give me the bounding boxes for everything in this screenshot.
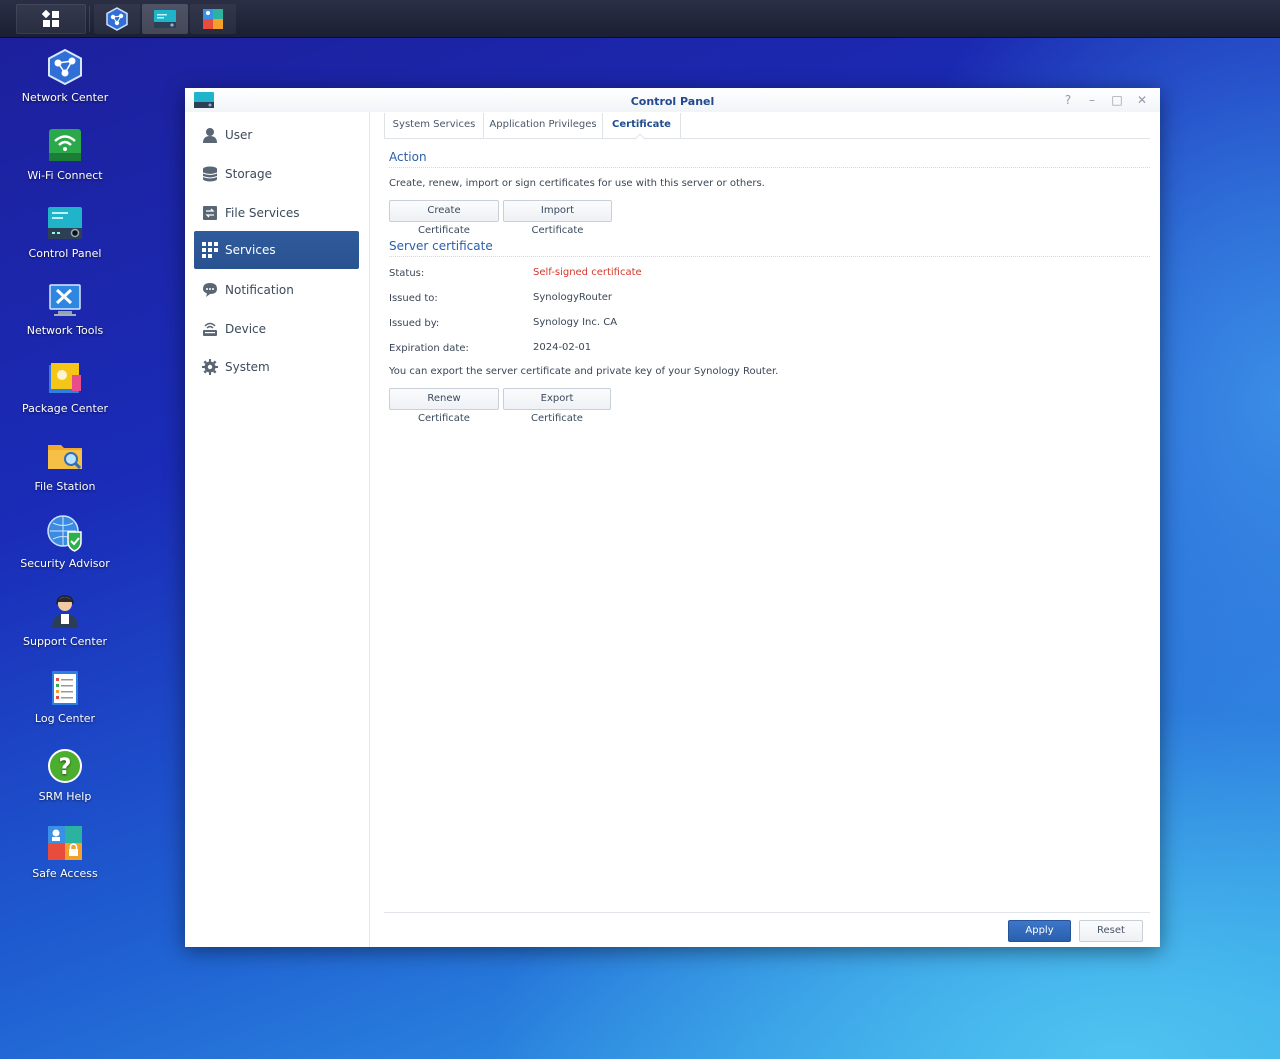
security-advisor-icon [46, 514, 84, 552]
tab-application-privileges[interactable]: Application Privileges [484, 113, 603, 139]
action-section-title: Action [389, 150, 427, 164]
desktop-icon-label: Network Tools [26, 324, 104, 337]
sidebar-item-label: File Services [225, 206, 300, 220]
taskbar-divider [89, 6, 90, 32]
desktop-icon-label: File Station [34, 480, 96, 493]
export-certificate-button[interactable]: Export Certificate [503, 388, 611, 424]
file-station-icon [46, 437, 84, 475]
issued-by-label: Issued by: [389, 318, 440, 329]
control-panel-icon [46, 204, 84, 242]
network-center-icon [106, 7, 128, 31]
desktop-icon-label: Control Panel [28, 247, 102, 260]
sidebar: User Storage File Services Services Noti… [185, 112, 370, 947]
issued-to-label: Issued to: [389, 293, 438, 304]
desktop-icon-srm-help[interactable]: ? SRM Help [16, 747, 114, 803]
sidebar-item-user[interactable]: User [194, 116, 359, 154]
sidebar-item-label: System [225, 360, 270, 374]
safe-access-icon [46, 824, 84, 862]
desktop-icon-label: Log Center [34, 712, 96, 725]
desktop-icon-label: Package Center [21, 402, 109, 415]
services-icon [202, 242, 218, 258]
sidebar-item-storage[interactable]: Storage [194, 155, 359, 193]
renew-certificate-button[interactable]: Renew Certificate [389, 388, 499, 424]
apply-button[interactable]: Apply [1008, 920, 1071, 942]
desktop-icon-package-center[interactable]: Package Center [16, 359, 114, 415]
desktop-icon-label: Network Center [21, 91, 109, 104]
network-tools-icon [46, 281, 84, 319]
status-label: Status: [389, 268, 425, 279]
main-content: System Services Application Privileges C… [384, 112, 1150, 947]
desktop-icon-safe-access[interactable]: Safe Access [16, 824, 114, 880]
close-icon[interactable]: ✕ [1135, 93, 1149, 107]
desktop-icon-label: Safe Access [32, 867, 98, 880]
issued-by-value: Synology Inc. CA [533, 317, 618, 328]
section-divider [389, 256, 1150, 257]
window-title: Control Panel [630, 95, 715, 108]
reset-button[interactable]: Reset [1079, 920, 1143, 942]
desktop-icon-label: SRM Help [38, 790, 92, 803]
desktop-icon-security-advisor[interactable]: Security Advisor [16, 514, 114, 570]
tab-bar: System Services Application Privileges C… [384, 113, 1150, 145]
desktop-icon-network-center[interactable]: Network Center [16, 48, 114, 104]
system-icon [202, 359, 218, 375]
notification-icon [202, 282, 218, 298]
expiration-date-value: 2024-02-01 [533, 342, 592, 353]
wifi-connect-icon [46, 126, 84, 164]
action-description: Create, renew, import or sign certificat… [389, 178, 765, 189]
taskbar-safe-access[interactable] [190, 4, 236, 34]
control-panel-icon [154, 10, 176, 28]
user-icon [202, 127, 218, 143]
main-menu-icon [42, 10, 59, 27]
desktop-icon-support-center[interactable]: Support Center [16, 592, 114, 648]
device-icon [202, 321, 218, 337]
tab-system-services[interactable]: System Services [384, 113, 484, 139]
section-divider [389, 167, 1150, 168]
footer-divider [384, 912, 1150, 913]
sidebar-item-label: Storage [225, 167, 272, 181]
window-titlebar[interactable]: Control Panel ? – □ ✕ [185, 88, 1160, 112]
file-services-icon [202, 205, 218, 221]
sidebar-item-device[interactable]: Device [194, 310, 359, 348]
desktop-icon-label: Wi-Fi Connect [27, 169, 103, 182]
create-certificate-button[interactable]: Create Certificate [389, 200, 499, 236]
desktop-icon-label: Security Advisor [20, 557, 110, 570]
server-certificate-section-title: Server certificate [389, 239, 493, 253]
desktop-icon-label: Support Center [22, 635, 107, 648]
export-note: You can export the server certificate an… [389, 366, 779, 377]
support-center-icon [46, 592, 84, 630]
issued-to-value: SynologyRouter [533, 292, 613, 303]
sidebar-item-notification[interactable]: Notification [194, 271, 359, 309]
sidebar-item-label: User [225, 128, 253, 142]
desktop-icon-log-center[interactable]: Log Center [16, 669, 114, 725]
log-center-icon [46, 669, 84, 707]
sidebar-item-services[interactable]: Services [194, 231, 359, 269]
control-panel-window: Control Panel ? – □ ✕ User Storage File … [185, 88, 1160, 947]
sidebar-item-file-services[interactable]: File Services [194, 194, 359, 232]
desktop-icon-file-station[interactable]: File Station [16, 437, 114, 493]
import-certificate-button[interactable]: Import Certificate [503, 200, 612, 236]
help-icon[interactable]: ? [1061, 93, 1075, 107]
sidebar-item-label: Notification [225, 283, 294, 297]
sidebar-item-label: Device [225, 322, 267, 336]
desktop-icon-control-panel[interactable]: Control Panel [16, 204, 114, 260]
minimize-icon[interactable]: – [1085, 93, 1099, 107]
desktop-icon-network-tools[interactable]: Network Tools [16, 281, 114, 337]
network-center-icon [46, 48, 84, 86]
taskbar [0, 0, 1280, 38]
maximize-icon[interactable]: □ [1110, 93, 1124, 107]
sidebar-item-label: Services [225, 243, 276, 257]
storage-icon [202, 166, 218, 182]
taskbar-network-center[interactable] [94, 4, 140, 34]
safe-access-icon [203, 9, 223, 29]
srm-help-icon: ? [46, 747, 84, 785]
sidebar-item-system[interactable]: System [194, 348, 359, 386]
taskbar-control-panel[interactable] [142, 4, 188, 34]
svg-text:?: ? [59, 755, 72, 780]
package-center-icon [46, 359, 84, 397]
expiration-date-label: Expiration date: [389, 343, 469, 354]
status-value: Self-signed certificate [533, 267, 642, 278]
desktop-icon-wifi-connect[interactable]: Wi-Fi Connect [16, 126, 114, 182]
main-menu-button[interactable] [16, 4, 86, 34]
